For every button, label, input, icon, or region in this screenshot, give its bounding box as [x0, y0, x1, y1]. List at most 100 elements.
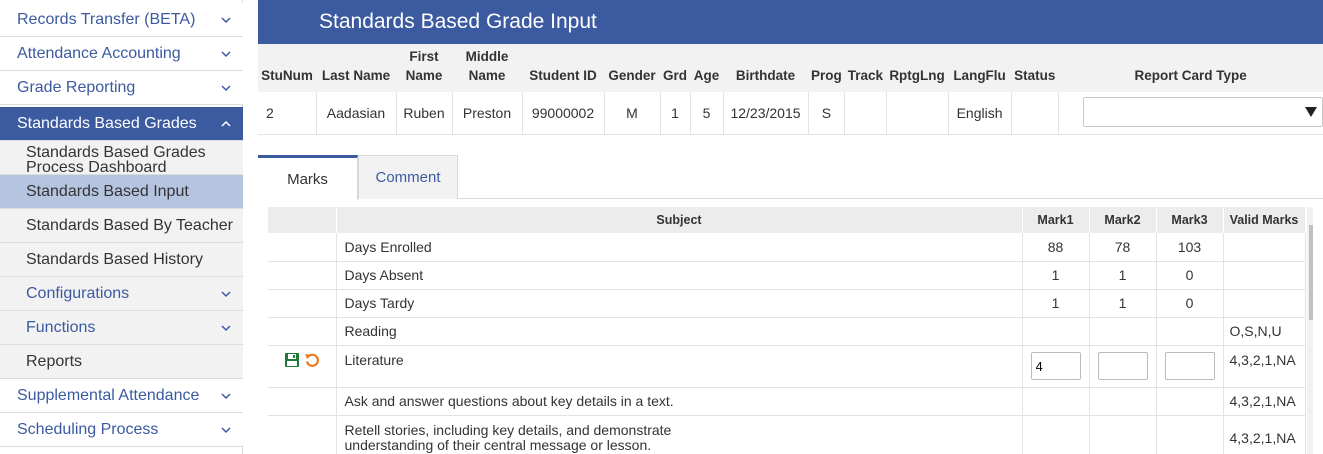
col-header: Age [690, 44, 724, 92]
sidebar-item-label: Functions [26, 318, 96, 336]
col-header: Mark3 [1156, 207, 1224, 233]
cell [268, 387, 337, 416]
cell [268, 261, 337, 290]
mark3-cell: 0 [1156, 261, 1224, 290]
cell: 2 [258, 92, 317, 135]
tab-label: Marks [287, 170, 328, 188]
sidebar-item-records-transfer[interactable]: Records Transfer (BETA) [0, 3, 243, 37]
col-header: Gender [604, 44, 660, 92]
chevron-down-icon [221, 324, 231, 331]
valid-marks-cell: 4,3,2,1,NA [1223, 345, 1306, 388]
save-icon[interactable] [284, 352, 300, 368]
mark2-cell: 78 [1089, 233, 1157, 262]
table-row: Reading O,S,N,U [268, 317, 1306, 346]
tab-label: Comment [375, 169, 441, 186]
sidebar-item-label: Configurations [26, 284, 130, 302]
cell: S [808, 92, 846, 135]
sidebar-item-configurations[interactable]: Configurations [0, 277, 243, 311]
sidebar-item-standards-based-input[interactable]: Standards Based Input [0, 175, 243, 209]
main-content: Standards Based Grade Input StuNum Last … [258, 0, 1323, 454]
valid-marks-cell: 4,3,2,1,NA [1223, 387, 1306, 416]
scrollbar-thumb[interactable] [1309, 225, 1313, 320]
sidebar-item-scheduling-process[interactable]: Scheduling Process [0, 413, 243, 447]
cell [268, 415, 337, 454]
student-header-row: StuNum Last Name First Name Middle Name … [258, 44, 1323, 92]
col-header: Valid Marks [1223, 207, 1306, 233]
col-header: RptgLng [886, 44, 949, 92]
mark2-cell [1089, 317, 1157, 346]
cell [886, 92, 949, 135]
page-title: Standards Based Grade Input [319, 10, 597, 33]
tab-comment[interactable]: Comment [358, 155, 458, 199]
cell: M [604, 92, 661, 135]
undo-icon[interactable] [304, 352, 320, 368]
sidebar-item-process-dashboard[interactable]: Standards Based Grades Process Dashboard [0, 141, 243, 176]
scrollbar[interactable] [1307, 207, 1313, 454]
col-header: Mark1 [1022, 207, 1090, 233]
sidebar-item-attendance-accounting[interactable]: Attendance Accounting [0, 37, 243, 71]
cell: Ruben [396, 92, 453, 135]
row-actions [268, 345, 337, 388]
col-header: Subject [336, 207, 1023, 233]
sidebar: Records Transfer (BETA) Attendance Accou… [0, 0, 243, 454]
subject-cell: Days Enrolled [336, 233, 1023, 262]
cell [844, 92, 887, 135]
cell [268, 289, 337, 318]
sidebar-item-label: Supplemental Attendance [17, 386, 200, 404]
valid-marks-cell: 4,3,2,1,NA [1223, 415, 1306, 454]
table-row: Days Enrolled 88 78 103 [268, 233, 1306, 262]
sidebar-item-standards-based-by-teacher[interactable]: Standards Based By Teacher [0, 209, 243, 243]
mark2-input[interactable] [1097, 352, 1148, 380]
sidebar-item-standards-based-history[interactable]: Standards Based History [0, 243, 243, 277]
valid-marks-cell [1223, 233, 1306, 262]
col-header: Grd [660, 44, 691, 92]
sidebar-item-supplemental-attendance[interactable]: Supplemental Attendance [0, 379, 243, 413]
col-header: First Name [396, 44, 452, 92]
sidebar-item-label: Standards Based Grades Process Dashboard [26, 144, 206, 176]
mark1-cell [1022, 387, 1090, 416]
col-header: Mark2 [1089, 207, 1157, 233]
marks-header-row: Subject Mark1 Mark2 Mark3 Valid Marks [268, 207, 1306, 233]
tab-marks[interactable]: Marks [258, 155, 358, 200]
col-header: Track [844, 44, 887, 92]
cell: English [948, 92, 1012, 135]
mark3-cell: 0 [1156, 289, 1224, 318]
sidebar-item-standards-based-grades[interactable]: Standards Based Grades [0, 107, 243, 141]
sidebar-item-functions[interactable]: Functions [0, 311, 243, 345]
sidebar-item-label: Attendance Accounting [17, 44, 181, 62]
mark2-cell [1089, 387, 1157, 416]
sidebar-item-label: Standards Based History [26, 250, 203, 268]
mark3-cell [1156, 317, 1224, 346]
mark2-cell: 1 [1089, 261, 1157, 290]
mark1-cell [1022, 345, 1090, 388]
subject-cell: Reading [336, 317, 1023, 346]
page-title-bar: Standards Based Grade Input [258, 0, 1323, 44]
mark2-cell [1089, 345, 1157, 388]
col-header: Report Card Type [1058, 44, 1323, 92]
cell: 1 [660, 92, 691, 135]
sidebar-item-label: Standards Based Grades [17, 114, 197, 132]
mark3-cell: 103 [1156, 233, 1224, 262]
dropdown-arrow-icon [1305, 107, 1317, 117]
sidebar-item-reports[interactable]: Reports [0, 345, 243, 379]
col-header: Prog [808, 44, 845, 92]
sidebar-item-grade-reporting[interactable]: Grade Reporting [0, 71, 243, 105]
marks-table: Subject Mark1 Mark2 Mark3 Valid Marks Da… [268, 207, 1306, 454]
tab-bar: Marks Comment [258, 155, 1323, 200]
subject-cell: Ask and answer questions about key detai… [336, 387, 1023, 416]
mark3-input[interactable] [1164, 352, 1215, 380]
report-card-type-select[interactable] [1083, 97, 1323, 127]
mark2-cell [1089, 415, 1157, 454]
col-header: Middle Name [452, 44, 522, 92]
chevron-down-icon [221, 84, 231, 91]
valid-marks-cell: O,S,N,U [1223, 317, 1306, 346]
cell: 99000002 [522, 92, 605, 135]
cell: Aadasian [316, 92, 397, 135]
mark1-cell [1022, 317, 1090, 346]
chevron-down-icon [221, 290, 231, 297]
mark3-cell [1156, 387, 1224, 416]
mark1-input[interactable] [1030, 352, 1081, 380]
subject-cell: Retell stories, including key details, a… [336, 415, 1023, 454]
col-header: StuNum [258, 44, 316, 92]
table-row: Retell stories, including key details, a… [268, 415, 1306, 454]
